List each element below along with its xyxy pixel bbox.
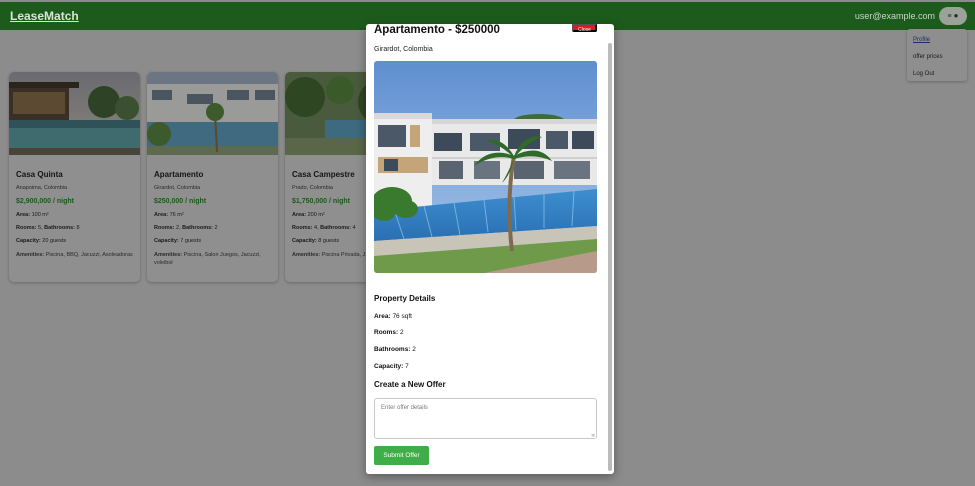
dropdown-item-logout[interactable]: Log Out	[907, 66, 967, 83]
user-menu-button[interactable]: ≡ ●	[939, 7, 967, 25]
detail-capacity: Capacity: 7	[374, 363, 409, 370]
user-dropdown-menu: Profile offer prices Log Out	[907, 29, 967, 81]
property-title: Casa Quinta	[16, 170, 63, 179]
property-price: $2,900,000 / night	[16, 198, 74, 205]
property-image	[147, 72, 278, 155]
resize-handle-icon[interactable]: ≑	[591, 433, 595, 439]
property-capacity: Capacity: 20 guests	[16, 238, 67, 244]
property-capacity: Capacity: 7 guests	[154, 238, 202, 244]
modal-scrollbar[interactable]	[608, 43, 612, 471]
dropdown-item-offer-prices[interactable]: offer prices	[907, 49, 967, 66]
property-amenities: Amenities: Piscina, Salon Juegos, Jacuzz…	[154, 252, 261, 267]
property-rooms: Rooms: 2, Bathrooms: 2	[154, 225, 218, 231]
property-title: Apartamento	[154, 170, 204, 179]
property-card[interactable]: Casa Quinta Anapoima, Colombia $2,900,00…	[9, 72, 140, 282]
modal-title: Apartamento - $250000	[374, 24, 500, 36]
detail-area: Area: 76 sqft	[374, 313, 412, 320]
property-amenities: Amenities: Piscina, BBQ, Jacuzzi, Asolea…	[16, 252, 133, 258]
property-image	[9, 72, 140, 155]
create-offer-heading: Create a New Offer	[374, 380, 446, 389]
detail-rooms: Rooms: 2	[374, 329, 404, 336]
property-area: Area: 100 m²	[16, 212, 49, 218]
detail-bathrooms: Bathrooms: 2	[374, 346, 416, 353]
property-detail-modal: Apartamento - $250000 Close Girardot, Co…	[366, 24, 614, 474]
brand-logo-link[interactable]: LeaseMatch	[10, 9, 79, 23]
modal-close-button[interactable]: Close	[572, 24, 597, 33]
property-card[interactable]: Apartamento Girardot, Colombia $250,000 …	[147, 72, 278, 282]
property-photo	[374, 61, 597, 273]
user-email: user@example.com	[854, 11, 935, 21]
property-area: Area: 76 m²	[154, 212, 184, 218]
property-location: Girardot, Colombia	[154, 185, 201, 191]
property-location: Anapoima, Colombia	[16, 185, 68, 191]
property-rooms: Rooms: 5, Bathrooms: 8	[16, 225, 80, 231]
offer-details-input[interactable]	[374, 398, 597, 439]
dropdown-item-profile[interactable]: Profile	[907, 32, 967, 49]
menu-icon: ≡	[947, 12, 952, 20]
modal-location: Girardot, Colombia	[374, 46, 433, 53]
property-price: $250,000 / night	[154, 198, 207, 205]
submit-offer-button[interactable]: Submit Offer	[374, 446, 429, 465]
property-details-heading: Property Details	[374, 294, 436, 303]
person-icon: ●	[953, 11, 959, 20]
